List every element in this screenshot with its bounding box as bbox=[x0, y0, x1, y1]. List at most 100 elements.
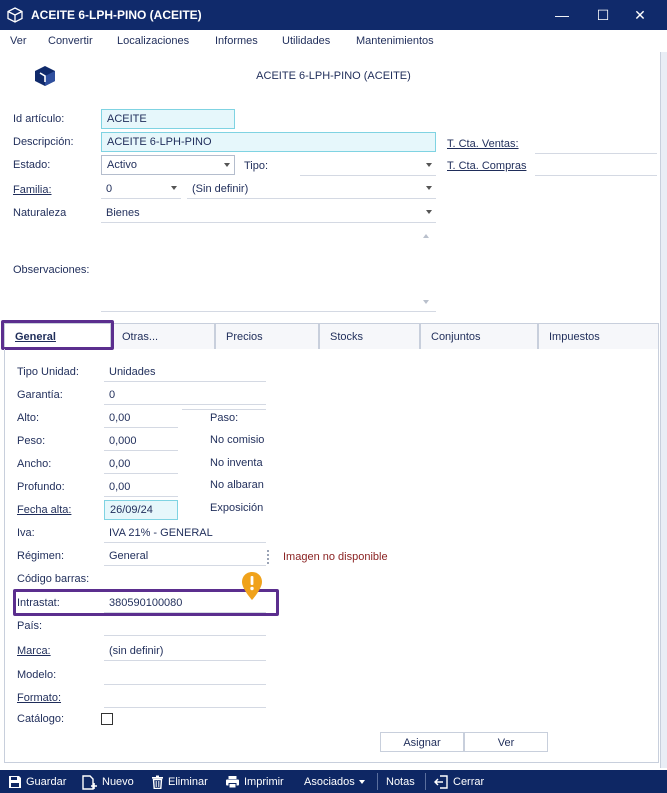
estado-select[interactable]: Activo bbox=[101, 155, 235, 175]
panel-splitter[interactable] bbox=[267, 550, 269, 564]
page-title: ACEITE 6-LPH-PINO (ACEITE) bbox=[256, 70, 411, 82]
iva-field[interactable]: IVA 21% - GENERAL bbox=[104, 523, 266, 543]
id-field[interactable]: ACEITE bbox=[101, 109, 235, 129]
iva-label: Iva: bbox=[17, 527, 35, 539]
menu-mantenimientos[interactable]: Mantenimientos bbox=[356, 35, 434, 47]
imprimir-button[interactable]: Imprimir bbox=[225, 774, 284, 790]
tab-stocks[interactable]: Stocks bbox=[319, 323, 420, 349]
description-label: Descripción: bbox=[13, 136, 74, 148]
paso-label: Paso: bbox=[210, 412, 239, 424]
printer-icon bbox=[226, 776, 239, 789]
peso-field[interactable]: 0,000 bbox=[104, 431, 178, 451]
familia-value: (Sin definir) bbox=[192, 183, 249, 195]
exposicion-label: Exposición bbox=[210, 502, 264, 514]
scroll-down-icon[interactable] bbox=[423, 300, 429, 304]
formato-field[interactable] bbox=[104, 688, 266, 708]
familia-link[interactable]: Familia: bbox=[13, 184, 52, 196]
cerrar-label: Cerrar bbox=[453, 776, 485, 788]
familia-code-select[interactable]: 0 bbox=[101, 179, 181, 199]
chevron-down-icon bbox=[426, 210, 432, 214]
new-document-icon bbox=[82, 774, 97, 790]
id-label: Id artículo: bbox=[13, 113, 65, 125]
window-title: ACEITE 6-LPH-PINO (ACEITE) bbox=[31, 8, 202, 22]
alto-field[interactable]: 0,00 bbox=[104, 408, 178, 428]
chevron-down-icon bbox=[426, 163, 432, 167]
cerrar-button[interactable]: Cerrar bbox=[434, 774, 484, 790]
regimen-label: Régimen: bbox=[17, 550, 65, 562]
menu-bar: Ver Convertir Localizaciones Informes Ut… bbox=[0, 30, 667, 52]
maximize-button[interactable]: ☐ bbox=[583, 0, 623, 30]
tab-conjuntos[interactable]: Conjuntos bbox=[420, 323, 538, 349]
imprimir-label: Imprimir bbox=[244, 776, 284, 788]
nuevo-button[interactable]: Nuevo bbox=[82, 774, 134, 790]
save-icon bbox=[9, 776, 21, 788]
estado-value: Activo bbox=[107, 159, 137, 171]
asociados-dropdown[interactable]: Asociados bbox=[304, 774, 365, 790]
fecha-alta-field[interactable]: 26/09/24 bbox=[104, 500, 178, 520]
marca-field[interactable]: (sin definir) bbox=[104, 641, 266, 661]
chevron-down-icon bbox=[426, 186, 432, 190]
pais-field[interactable] bbox=[104, 616, 266, 636]
menu-utilidades[interactable]: Utilidades bbox=[282, 35, 330, 47]
tab-precios[interactable]: Precios bbox=[215, 323, 319, 349]
notas-button[interactable]: Notas bbox=[386, 774, 415, 790]
pais-label: País: bbox=[17, 620, 43, 632]
minimize-button[interactable]: — bbox=[542, 0, 582, 30]
tipo-select[interactable] bbox=[300, 156, 436, 176]
observaciones-textarea[interactable] bbox=[101, 228, 436, 312]
ancho-label: Ancho: bbox=[17, 458, 52, 470]
cta-compras-field[interactable] bbox=[535, 156, 657, 176]
menu-informes[interactable]: Informes bbox=[215, 35, 258, 47]
profundo-field[interactable]: 0,00 bbox=[104, 477, 178, 497]
catalogo-checkbox[interactable] bbox=[101, 713, 113, 725]
regimen-field[interactable]: General bbox=[104, 546, 266, 566]
cube-icon bbox=[7, 7, 23, 23]
cta-ventas-link[interactable]: T. Cta. Ventas: bbox=[447, 138, 519, 150]
background-window-edge bbox=[660, 52, 667, 768]
eliminar-button[interactable]: Eliminar bbox=[151, 774, 208, 790]
close-button[interactable]: ✕ bbox=[620, 0, 660, 30]
menu-localizaciones[interactable]: Localizaciones bbox=[117, 35, 189, 47]
tab-otras[interactable]: Otras... bbox=[111, 323, 215, 349]
chevron-down-icon bbox=[358, 780, 365, 784]
estado-label: Estado: bbox=[13, 159, 51, 171]
no-inventario-label: No inventa bbox=[210, 457, 263, 469]
notas-label: Notas bbox=[386, 776, 415, 788]
peso-label: Peso: bbox=[17, 435, 46, 447]
ancho-field[interactable]: 0,00 bbox=[104, 454, 178, 474]
naturaleza-select[interactable]: Bienes bbox=[101, 203, 436, 223]
bottom-toolbar: Guardar Nuevo Eliminar Imprimir Asociado… bbox=[0, 770, 667, 793]
chevron-down-icon bbox=[171, 186, 177, 190]
intrastat-highlight bbox=[13, 589, 279, 616]
familia-select[interactable]: (Sin definir) bbox=[187, 179, 436, 199]
no-albaran-label: No albaran bbox=[210, 479, 264, 491]
menu-ver[interactable]: Ver bbox=[10, 35, 27, 47]
asignar-button[interactable]: Asignar bbox=[380, 732, 464, 752]
tab-impuestos[interactable]: Impuestos bbox=[538, 323, 659, 349]
cta-compras-link[interactable]: T. Cta. Compras bbox=[447, 160, 526, 172]
formato-link[interactable]: Formato: bbox=[17, 692, 61, 704]
exit-icon bbox=[434, 775, 448, 789]
modelo-label: Modelo: bbox=[17, 669, 57, 681]
toolbar-separator bbox=[377, 773, 378, 790]
toolbar-separator bbox=[425, 773, 426, 790]
marca-link[interactable]: Marca: bbox=[17, 645, 51, 657]
naturaleza-label: Naturaleza bbox=[13, 207, 67, 219]
image-unavailable-message: Imagen no disponible bbox=[283, 551, 388, 563]
description-field[interactable]: ACEITE 6-LPH-PINO bbox=[101, 132, 436, 152]
tipo-unidad-field[interactable]: Unidades bbox=[104, 362, 266, 382]
codigo-barras-label: Código barras: bbox=[17, 573, 90, 585]
paso-field[interactable] bbox=[182, 400, 266, 410]
modelo-field[interactable] bbox=[104, 665, 266, 685]
ver-button[interactable]: Ver bbox=[464, 732, 548, 752]
guardar-button[interactable]: Guardar bbox=[8, 774, 66, 790]
tipo-unidad-label: Tipo Unidad: bbox=[17, 366, 79, 378]
fecha-alta-link[interactable]: Fecha alta: bbox=[17, 504, 71, 516]
profundo-label: Profundo: bbox=[17, 481, 65, 493]
guardar-label: Guardar bbox=[26, 776, 67, 788]
cta-ventas-field[interactable] bbox=[535, 134, 657, 154]
chevron-down-icon bbox=[224, 163, 230, 167]
menu-convertir[interactable]: Convertir bbox=[48, 35, 93, 47]
no-comision-label: No comisio bbox=[210, 434, 265, 446]
eliminar-label: Eliminar bbox=[168, 776, 208, 788]
